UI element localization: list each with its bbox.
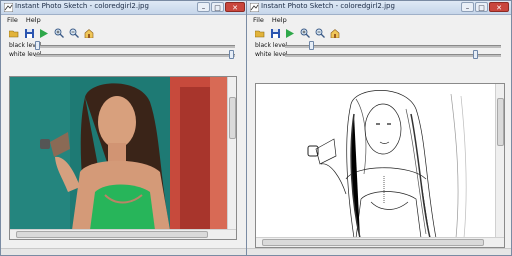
white-level-row: white level [1,50,247,59]
right-status-bar [247,248,511,255]
save-icon[interactable] [270,28,280,38]
white-level-track[interactable] [285,54,501,57]
minimize-button[interactable]: – [197,2,210,12]
left-title-bar[interactable]: Instant Photo Sketch - coloredgirl2.jpg … [1,1,247,15]
open-icon[interactable] [255,28,265,38]
right-hscroll-thumb[interactable] [262,239,484,246]
save-icon[interactable] [24,28,34,38]
black-level-track[interactable] [285,45,501,48]
right-menu-bar: File Help [247,15,511,25]
left-menu-bar: File Help [1,15,247,25]
app-icon [4,3,13,12]
black-level-row: black level [1,41,247,50]
app-icon [250,3,259,12]
zoom-in-icon[interactable] [300,28,310,38]
black-level-row: black level [247,41,511,50]
right-horizontal-scrollbar[interactable] [256,237,504,247]
menu-file[interactable]: File [253,15,264,25]
left-horizontal-scrollbar[interactable] [10,229,236,239]
menu-help[interactable]: Help [272,15,287,25]
zoom-out-icon[interactable] [69,28,79,38]
white-level-slider[interactable] [473,50,478,59]
left-toolbar [1,25,247,41]
black-level-track[interactable] [35,45,235,48]
maximize-button[interactable]: □ [211,2,224,12]
maximize-button[interactable]: □ [475,2,488,12]
left-image-view[interactable] [9,76,237,240]
right-vertical-scrollbar[interactable] [495,84,504,238]
black-level-slider[interactable] [35,41,40,50]
white-level-row: white level [247,50,511,59]
right-toolbar [247,25,511,41]
close-button[interactable]: ✕ [225,2,245,12]
zoom-in-icon[interactable] [54,28,64,38]
home-icon[interactable] [330,28,340,38]
right-app-window: Instant Photo Sketch - coloredgirl2.jpg … [246,0,512,256]
white-level-track[interactable] [35,54,235,57]
close-button[interactable]: ✕ [489,2,509,12]
zoom-out-icon[interactable] [315,28,325,38]
right-title-bar[interactable]: Instant Photo Sketch - coloredgirl2.jpg … [247,1,511,15]
home-icon[interactable] [84,28,94,38]
right-vscroll-thumb[interactable] [497,98,504,146]
black-level-label: black level [255,42,288,49]
minimize-button[interactable]: – [461,2,474,12]
open-icon[interactable] [9,28,19,38]
right-image-view[interactable] [255,83,505,248]
left-status-bar [1,248,247,255]
white-level-slider[interactable] [229,50,234,59]
left-hscroll-thumb[interactable] [16,231,208,238]
play-icon[interactable] [39,28,49,38]
play-icon[interactable] [285,28,295,38]
window-title: Instant Photo Sketch - coloredgirl2.jpg [261,2,395,10]
left-app-window: Instant Photo Sketch - coloredgirl2.jpg … [0,0,248,256]
left-vertical-scrollbar[interactable] [227,77,236,230]
window-title: Instant Photo Sketch - coloredgirl2.jpg [15,2,149,10]
color-photo [10,77,228,230]
white-level-label: white level [255,51,288,58]
black-level-slider[interactable] [309,41,314,50]
menu-help[interactable]: Help [26,15,41,25]
menu-file[interactable]: File [7,15,18,25]
sketch-image [256,84,496,238]
left-vscroll-thumb[interactable] [229,97,236,139]
